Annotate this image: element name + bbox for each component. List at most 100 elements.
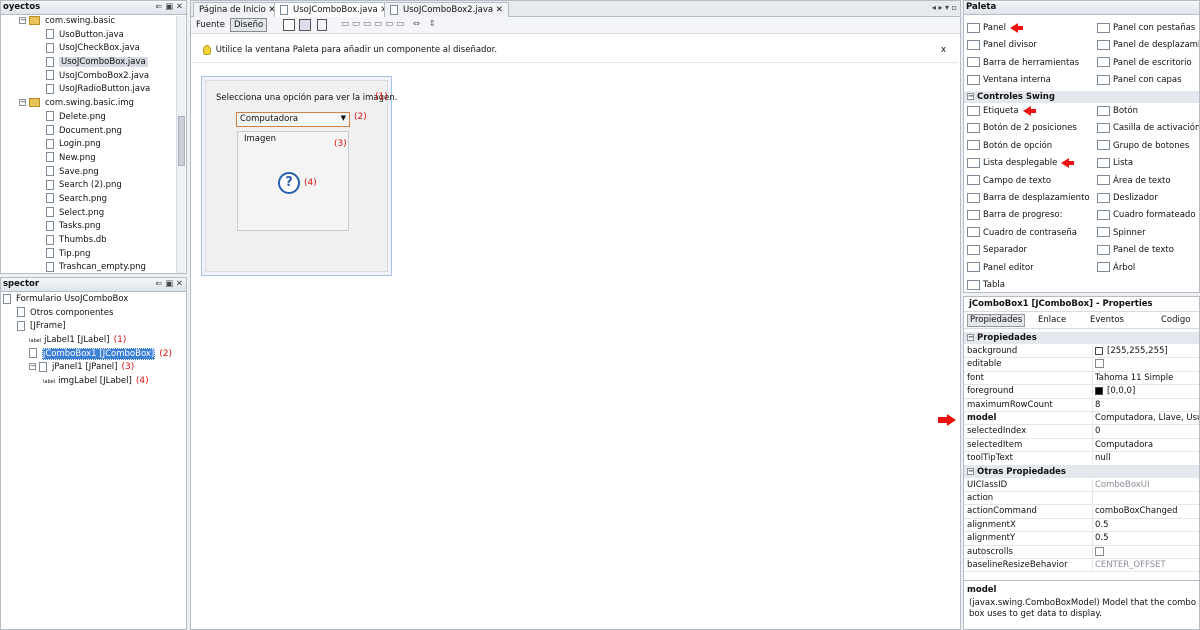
collapse-toggle-icon[interactable]: − xyxy=(29,363,36,371)
property-value[interactable]: ComboBoxUI xyxy=(1095,479,1150,492)
palette-item[interactable]: Panel con capas xyxy=(1097,72,1182,89)
palette-item[interactable]: Panel divisor xyxy=(967,37,1037,54)
checkbox[interactable] xyxy=(1095,546,1104,556)
palette-item[interactable]: Panel de texto xyxy=(1097,242,1174,259)
project-tree-item[interactable]: Delete.png xyxy=(1,111,186,125)
jpanel1[interactable]: Imagen (3) ? (4) xyxy=(237,131,349,231)
projects-scrollbar[interactable] xyxy=(176,16,185,273)
project-tree-item[interactable]: Search.png xyxy=(1,193,186,207)
property-row[interactable]: selectedIndex 0 xyxy=(964,425,1199,439)
property-row[interactable]: autoscrolls xyxy=(964,545,1199,559)
property-row[interactable]: font Tahoma 11 Simple xyxy=(964,371,1199,386)
property-row[interactable]: maximumRowCount 8 xyxy=(964,398,1199,412)
palette-item[interactable]: Ventana interna xyxy=(967,72,1051,89)
palette-item[interactable]: Panel de desplazamiento xyxy=(1097,37,1199,54)
align-icons[interactable]: ▭▭▭▭▭▭ ⇔ ⇕ xyxy=(341,19,439,29)
palette-item[interactable]: Grupo de botones xyxy=(1097,138,1189,155)
project-tree-item[interactable]: Thumbs.db xyxy=(1,234,186,248)
project-tree-item[interactable]: UsoJCheckBox.java xyxy=(1,42,186,56)
inspector-node[interactable]: Otros componentes xyxy=(1,307,186,321)
project-tree-item[interactable]: UsoJComboBox.java xyxy=(1,56,186,70)
project-tree-item[interactable]: Search (2).png xyxy=(1,179,186,193)
close-icon[interactable]: ✕ xyxy=(496,5,503,15)
section-other-properties[interactable]: − Otras Propiedades xyxy=(964,465,1199,478)
property-row[interactable]: model Computadora, Llave, Usuario xyxy=(964,412,1199,426)
palette-item[interactable]: Botón de 2 posiciones xyxy=(967,120,1077,137)
property-row[interactable]: alignmentX 0.5 xyxy=(964,518,1199,533)
tab-binding[interactable]: Enlace xyxy=(1038,315,1066,325)
property-value[interactable] xyxy=(1095,358,1104,371)
project-tree-item[interactable]: Tasks.png xyxy=(1,220,186,234)
window-controls[interactable]: ⇐ ▣ ✕ xyxy=(155,1,183,14)
property-value[interactable]: Computadora, Llave, Usuario xyxy=(1095,412,1199,425)
connection-mode-icon[interactable] xyxy=(299,19,311,31)
project-tree-item[interactable]: UsoButton.java xyxy=(1,29,186,43)
palette-item[interactable]: Lista desplegable xyxy=(967,155,1075,172)
tab-code[interactable]: Codigo xyxy=(1161,315,1191,325)
palette-item[interactable]: Barra de desplazamiento xyxy=(967,190,1090,207)
close-hint-button[interactable]: x xyxy=(941,37,946,63)
palette-item[interactable]: Barra de progreso: xyxy=(967,207,1062,224)
collapse-toggle-icon[interactable]: − xyxy=(19,17,26,24)
property-row[interactable]: toolTipText null xyxy=(964,452,1199,466)
project-tree-item[interactable]: Save.png xyxy=(1,166,186,180)
project-tree-item[interactable]: New.png xyxy=(1,152,186,166)
property-value[interactable]: 8 xyxy=(1095,399,1100,412)
property-value[interactable]: Tahoma 11 Simple xyxy=(1095,372,1173,385)
collapse-toggle-icon[interactable]: − xyxy=(967,334,974,341)
designer-form[interactable]: Selecciona una opción para ver la imagen… xyxy=(201,76,397,276)
property-row[interactable]: actionCommand comboBoxChanged xyxy=(964,505,1199,519)
palette-item[interactable]: Etiqueta xyxy=(967,103,1036,120)
property-row[interactable]: UIClassID ComboBoxUI xyxy=(964,478,1199,492)
palette-item[interactable]: Botón de opción xyxy=(967,138,1052,155)
collapse-toggle-icon[interactable]: − xyxy=(967,93,974,100)
source-button[interactable]: Fuente xyxy=(196,19,225,31)
collapse-toggle-icon[interactable]: − xyxy=(967,467,974,475)
property-value[interactable]: Computadora xyxy=(1095,439,1153,452)
property-value[interactable]: 0 xyxy=(1095,425,1100,438)
jlabel1[interactable]: Selecciona una opción para ver la imagen… xyxy=(216,93,397,103)
palette-item[interactable]: Deslizador xyxy=(1097,190,1158,207)
property-value[interactable]: comboBoxChanged xyxy=(1095,505,1178,518)
checkbox[interactable] xyxy=(1095,359,1104,369)
palette-item[interactable]: Árbol xyxy=(1097,260,1135,277)
palette-item[interactable]: Cuadro de contraseña xyxy=(967,225,1077,242)
project-tree-item[interactable]: Document.png xyxy=(1,125,186,139)
project-tree-item[interactable]: UsoJComboBox2.java xyxy=(1,70,186,84)
inspector-node[interactable]: Formulario UsoJComboBox xyxy=(1,293,186,307)
selection-mode-icon[interactable] xyxy=(283,19,295,31)
palette-item[interactable]: Barra de herramientas xyxy=(967,55,1079,72)
window-controls[interactable]: ⇐ ▣ ✕ xyxy=(155,278,183,291)
project-tree-item[interactable]: Login.png xyxy=(1,138,186,152)
project-tree-item[interactable]: − com.swing.basic xyxy=(1,15,186,29)
tab-nav-buttons[interactable]: ◂ ▸ ▾ ▫ xyxy=(932,3,957,12)
palette-item[interactable]: Área de texto xyxy=(1097,173,1171,190)
inspector-node[interactable]: [JFrame] xyxy=(1,320,186,334)
palette-item[interactable]: Panel de escritorio xyxy=(1097,55,1192,72)
project-tree-item[interactable]: Trashcan_empty.png xyxy=(1,261,186,273)
inspector-node[interactable]: label imgLabel [JLabel] (4) xyxy=(1,375,186,389)
project-tree-item[interactable]: Select.png xyxy=(1,207,186,221)
property-value[interactable]: [255,255,255] xyxy=(1095,345,1168,358)
palette-item[interactable]: Casilla de activación xyxy=(1097,120,1199,137)
jcombobox1[interactable]: Computadora ▼ xyxy=(236,112,350,127)
palette-item[interactable]: Panel con pestañas xyxy=(1097,20,1195,37)
palette-item[interactable]: Botón xyxy=(1097,103,1138,120)
palette-item[interactable]: Spinner xyxy=(1097,225,1146,242)
inspector-node[interactable]: − jPanel1 [JPanel] (3) xyxy=(1,361,186,375)
tab-usojcombobox2[interactable]: UsoJComboBox2.java ✕ xyxy=(384,2,509,17)
design-button[interactable]: Diseño xyxy=(230,18,268,32)
property-value[interactable]: CENTER_OFFSET xyxy=(1095,559,1166,572)
property-value[interactable] xyxy=(1095,546,1104,559)
property-row[interactable]: editable xyxy=(964,358,1199,372)
property-value[interactable]: [0,0,0] xyxy=(1095,385,1135,398)
tab-properties[interactable]: Propiedades xyxy=(967,314,1026,327)
palette-item[interactable]: Lista xyxy=(1097,155,1133,172)
palette-item[interactable]: Panel xyxy=(967,20,1023,37)
property-row[interactable]: background [255,255,255] xyxy=(964,345,1199,359)
project-tree-item[interactable]: − com.swing.basic.img xyxy=(1,97,186,111)
palette-item[interactable]: Cuadro formateado xyxy=(1097,207,1196,224)
property-value[interactable]: 0.5 xyxy=(1095,532,1109,545)
property-row[interactable]: foreground [0,0,0] xyxy=(964,385,1199,399)
palette-item[interactable]: Separador xyxy=(967,242,1027,259)
